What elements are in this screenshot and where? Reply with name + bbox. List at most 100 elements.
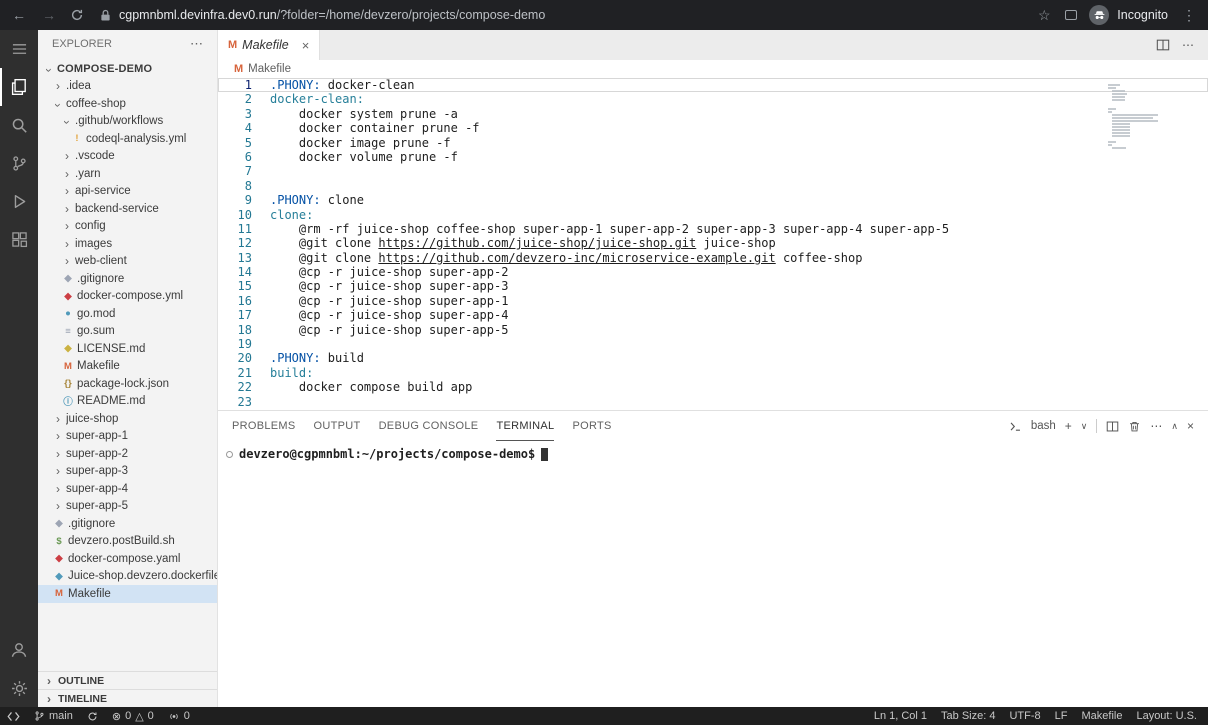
ports-button[interactable]: 0	[161, 707, 197, 725]
tree-file-.gitignore[interactable]: ◆ .gitignore	[38, 270, 217, 288]
tree-folder-super-app-4[interactable]: › super-app-4	[38, 480, 217, 498]
code-line-4[interactable]: 4 docker container prune -f	[218, 121, 1208, 135]
tree-file-go.sum[interactable]: ≡ go.sum	[38, 323, 217, 341]
code-line-5[interactable]: 5 docker image prune -f	[218, 136, 1208, 150]
tree-folder-config[interactable]: › config	[38, 218, 217, 236]
panel-more-actions-icon[interactable]: ⋯	[1150, 419, 1162, 433]
code-line-10[interactable]: 10 clone:	[218, 208, 1208, 222]
code-line-19[interactable]: 19	[218, 337, 1208, 351]
status-encoding[interactable]: UTF-8	[1002, 707, 1047, 725]
tree-folder-juice-shop[interactable]: › juice-shop	[38, 410, 217, 428]
tree-file-LICENSE.md[interactable]: ◆ LICENSE.md	[38, 340, 217, 358]
tree-file-Makefile[interactable]: M Makefile	[38, 358, 217, 376]
problems-button[interactable]: ⊗ 0 △ 0	[105, 707, 161, 725]
panel-tab-output[interactable]: OUTPUT	[314, 411, 361, 441]
code-line-8[interactable]: 8	[218, 179, 1208, 193]
code-line-6[interactable]: 6 docker volume prune -f	[218, 150, 1208, 164]
code-line-15[interactable]: 15 @cp -r juice-shop super-app-3	[218, 279, 1208, 293]
status-cursor-position[interactable]: Ln 1, Col 1	[867, 707, 934, 725]
menu-icon[interactable]	[0, 30, 38, 68]
tree-folder-super-app-2[interactable]: › super-app-2	[38, 445, 217, 463]
status-keyboard-layout[interactable]: Layout: U.S.	[1129, 707, 1204, 725]
tree-file-package-lock.json[interactable]: {} package-lock.json	[38, 375, 217, 393]
maximize-panel-icon[interactable]: ∧	[1171, 421, 1178, 432]
panel-tab-terminal[interactable]: TERMINAL	[496, 411, 555, 441]
code-line-16[interactable]: 16 @cp -r juice-shop super-app-1	[218, 294, 1208, 308]
tab-makefile[interactable]: M Makefile ×	[218, 30, 321, 60]
tree-folder-images[interactable]: › images	[38, 235, 217, 253]
code-line-13[interactable]: 13 @git clone https://github.com/devzero…	[218, 251, 1208, 265]
bookmark-star-icon[interactable]: ☆	[1035, 7, 1053, 24]
forward-icon[interactable]: →	[40, 7, 58, 23]
sync-button[interactable]	[80, 707, 105, 725]
code-line-12[interactable]: 12 @git clone https://github.com/juice-s…	[218, 236, 1208, 250]
panel-tab-debug-console[interactable]: DEBUG CONSOLE	[379, 411, 479, 441]
code-line-23[interactable]: 23	[218, 395, 1208, 409]
split-editor-icon[interactable]	[1156, 38, 1170, 52]
tree-folder-super-app-5[interactable]: › super-app-5	[38, 498, 217, 516]
tree-folder-COMPOSE-DEMO[interactable]: › COMPOSE-DEMO	[38, 60, 217, 78]
explorer-more-actions-icon[interactable]: ⋯	[190, 36, 203, 52]
status-indentation[interactable]: Tab Size: 4	[934, 707, 1002, 725]
code-line-3[interactable]: 3 docker system prune -a	[218, 107, 1208, 121]
tree-folder-.github/workflows[interactable]: › .github/workflows	[38, 113, 217, 131]
reload-icon[interactable]	[70, 8, 88, 22]
split-terminal-icon[interactable]	[1106, 420, 1119, 433]
editor-more-actions-icon[interactable]: ⋯	[1182, 38, 1194, 52]
tree-folder-.vscode[interactable]: › .vscode	[38, 148, 217, 166]
explorer-icon[interactable]	[0, 68, 38, 106]
tree-folder-api-service[interactable]: › api-service	[38, 183, 217, 201]
tree-file-codeql-analysis.yml[interactable]: ! codeql-analysis.yml	[38, 130, 217, 148]
tree-file-docker-compose.yaml[interactable]: ◆ docker-compose.yaml	[38, 550, 217, 568]
terminal-profiles-chevron-icon[interactable]: ∨	[1081, 421, 1088, 432]
back-icon[interactable]: ←	[10, 7, 28, 23]
tree-file-go.mod[interactable]: ● go.mod	[38, 305, 217, 323]
tree-file-Makefile[interactable]: M Makefile	[38, 585, 217, 603]
code-line-7[interactable]: 7	[218, 164, 1208, 178]
tree-folder-super-app-1[interactable]: › super-app-1	[38, 428, 217, 446]
timeline-section[interactable]: › TIMELINE	[38, 689, 217, 707]
tree-folder-web-client[interactable]: › web-client	[38, 253, 217, 271]
code-editor[interactable]: 1 .PHONY: docker-clean 2 docker-clean: 3 doc…	[218, 78, 1208, 410]
code-line-20[interactable]: 20 .PHONY: build	[218, 351, 1208, 365]
outline-section[interactable]: › OUTLINE	[38, 671, 217, 689]
panel-tab-problems[interactable]: PROBLEMS	[232, 411, 296, 441]
panel-tab-ports[interactable]: PORTS	[572, 411, 611, 441]
breadcrumb[interactable]: M Makefile	[218, 60, 1208, 78]
code-line-14[interactable]: 14 @cp -r juice-shop super-app-2	[218, 265, 1208, 279]
code-line-17[interactable]: 17 @cp -r juice-shop super-app-4	[218, 308, 1208, 322]
new-terminal-icon[interactable]: +	[1065, 419, 1072, 433]
tree-file-README.md[interactable]: ⓘ README.md	[38, 393, 217, 411]
status-eol[interactable]: LF	[1048, 707, 1075, 725]
close-panel-icon[interactable]: ×	[1187, 419, 1194, 433]
run-debug-icon[interactable]	[0, 182, 38, 220]
tree-folder-backend-service[interactable]: › backend-service	[38, 200, 217, 218]
tree-file-.gitignore[interactable]: ◆ .gitignore	[38, 515, 217, 533]
tree-file-Juice-shop.devzero.dockerfile[interactable]: ◆ Juice-shop.devzero.dockerfile	[38, 568, 217, 586]
remote-indicator[interactable]	[0, 707, 27, 725]
browser-menu-icon[interactable]: ⋮	[1180, 7, 1198, 24]
close-tab-icon[interactable]: ×	[302, 38, 310, 53]
tree-file-docker-compose.yml[interactable]: ◆ docker-compose.yml	[38, 288, 217, 306]
search-icon[interactable]	[0, 106, 38, 144]
terminal[interactable]: devzero@cgpmnbml:~/projects/compose-demo…	[218, 441, 1208, 707]
tab-search-icon[interactable]	[1065, 10, 1078, 20]
code-line-22[interactable]: 22 docker compose build app	[218, 380, 1208, 394]
settings-gear-icon[interactable]	[0, 669, 38, 707]
tree-file-devzero.postBuild.sh[interactable]: $ devzero.postBuild.sh	[38, 533, 217, 551]
account-icon[interactable]	[0, 631, 38, 669]
code-line-9[interactable]: 9 .PHONY: clone	[218, 193, 1208, 207]
code-line-2[interactable]: 2 docker-clean:	[218, 92, 1208, 106]
code-line-21[interactable]: 21 build:	[218, 366, 1208, 380]
tree-folder-coffee-shop[interactable]: › coffee-shop	[38, 95, 217, 113]
git-branch-button[interactable]: main	[27, 707, 80, 725]
source-control-icon[interactable]	[0, 144, 38, 182]
url-bar[interactable]: cgpmnbml.devinfra.dev0.run/?folder=/home…	[100, 8, 1023, 22]
tree-folder-.yarn[interactable]: › .yarn	[38, 165, 217, 183]
tree-folder-super-app-3[interactable]: › super-app-3	[38, 463, 217, 481]
kill-terminal-trash-icon[interactable]	[1128, 420, 1141, 433]
extensions-icon[interactable]	[0, 220, 38, 258]
code-line-11[interactable]: 11 @rm -rf juice-shop coffee-shop super-…	[218, 222, 1208, 236]
shell-selector[interactable]: bash	[1031, 420, 1056, 432]
status-language-mode[interactable]: Makefile	[1074, 707, 1129, 725]
